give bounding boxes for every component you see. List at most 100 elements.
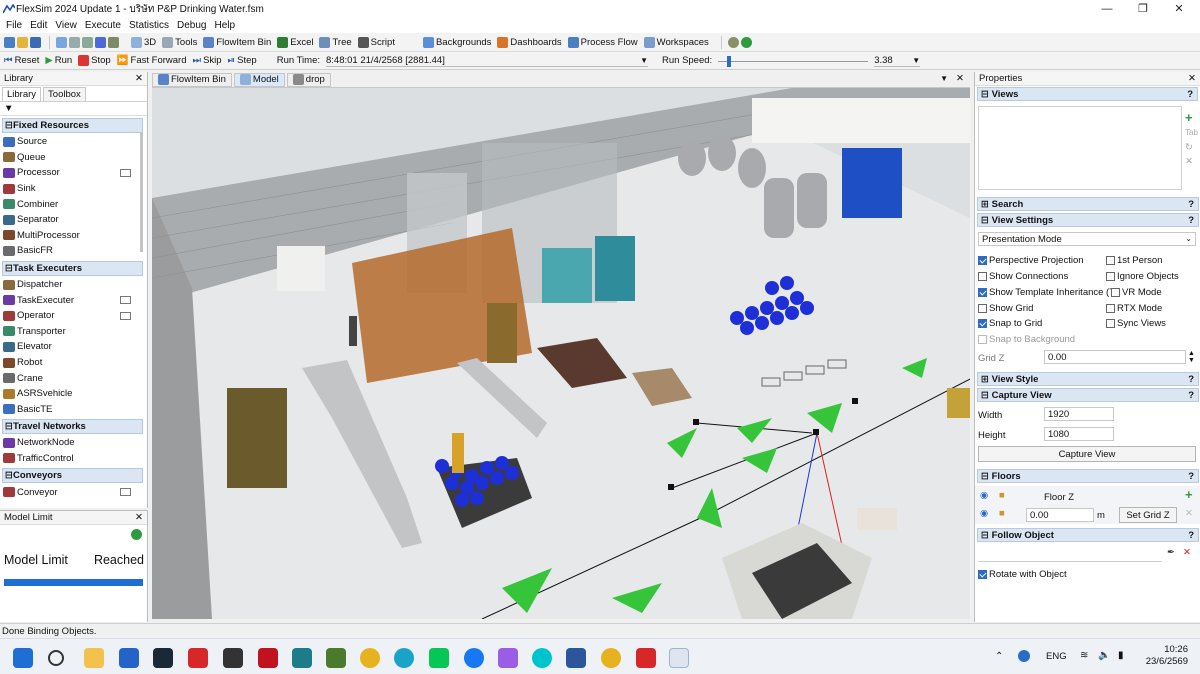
new-file-icon[interactable] — [4, 36, 15, 48]
battery-icon[interactable]: ▮ — [1118, 650, 1124, 661]
wifi-icon[interactable]: ≋ — [1080, 650, 1088, 661]
presentation-mode-select[interactable]: Presentation Mode ⌄ — [978, 232, 1196, 246]
run-speed-field[interactable]: 3.38 ▼ — [874, 55, 921, 67]
skip-button[interactable]: ⏭ Skip — [193, 55, 222, 66]
menu-statistics[interactable]: Statistics — [127, 20, 175, 31]
volume-icon[interactable]: 🔈 — [1098, 650, 1110, 661]
lock-icon[interactable]: ■ — [999, 508, 1005, 519]
checkbox-unchecked[interactable] — [978, 304, 987, 313]
word-icon[interactable] — [566, 648, 586, 668]
library-item[interactable]: ASRSvehicle — [0, 386, 147, 402]
checkbox-unchecked[interactable] — [978, 272, 987, 281]
menu-debug[interactable]: Debug — [175, 20, 212, 31]
section-floors[interactable]: ⊟ Floors? — [977, 469, 1199, 483]
menu-edit[interactable]: Edit — [28, 20, 53, 31]
lock-icon[interactable]: ■ — [999, 490, 1005, 501]
clear-icon[interactable]: ✕ — [1183, 547, 1191, 558]
section-capture-view[interactable]: ⊟ Capture View? — [977, 388, 1199, 402]
capture-view-button[interactable]: Capture View — [978, 446, 1196, 462]
select-mode-icon[interactable] — [56, 36, 67, 48]
checkbox-unchecked[interactable] — [1106, 256, 1115, 265]
library-item[interactable]: Sink — [0, 181, 147, 197]
copilot-icon[interactable] — [498, 648, 518, 668]
steam-icon[interactable] — [153, 648, 173, 668]
close-icon[interactable]: ✕ — [135, 512, 143, 523]
eye-icon[interactable]: ◉ — [980, 508, 988, 519]
library-item[interactable]: Dispatcher — [0, 277, 147, 293]
snap-background-checkbox[interactable]: Snap to Background — [978, 334, 1075, 345]
canva-icon[interactable] — [532, 648, 552, 668]
section-view-settings[interactable]: ⊟ View Settings? — [977, 213, 1199, 227]
section-search[interactable]: ⊞ Search? — [977, 197, 1199, 211]
tools-button[interactable]: Tools — [162, 36, 197, 48]
workspaces-button[interactable]: Workspaces — [643, 36, 709, 48]
help-icon[interactable]: ? — [1188, 199, 1194, 210]
grid-z-input[interactable]: 0.00 — [1044, 350, 1186, 364]
tray-app-icon[interactable] — [1018, 650, 1030, 662]
set-grid-z-button[interactable]: Set Grid Z — [1119, 507, 1177, 523]
help-icon[interactable] — [740, 36, 752, 48]
close-window-button[interactable]: ✕ — [1162, 0, 1196, 18]
step-button[interactable]: ⏯ Step — [228, 55, 257, 66]
help-icon[interactable] — [131, 529, 142, 540]
section-view-style[interactable]: ⊞ View Style? — [977, 372, 1199, 386]
tab-toolbox[interactable]: Toolbox — [43, 86, 86, 101]
run-time-field[interactable]: 8:48:01 21/4/2568 [2881.44] ▼ — [326, 55, 648, 67]
model-3d-view[interactable] — [152, 88, 970, 619]
facebook-icon[interactable] — [464, 648, 484, 668]
floor-z-input[interactable]: 0.00 — [1026, 508, 1094, 522]
help-icon[interactable]: ? — [1188, 471, 1194, 482]
maximize-button[interactable]: ❐ — [1126, 0, 1160, 18]
first-person-checkbox[interactable]: 1st Person — [1106, 255, 1162, 266]
chevron-down-icon[interactable]: ▼ — [940, 74, 948, 83]
library-item[interactable]: Conveyor — [0, 484, 147, 500]
spinner-icon[interactable]: ▲ ▼ — [1188, 350, 1195, 364]
reset-button[interactable]: ⏮ Reset — [4, 55, 39, 66]
script-button[interactable]: Script — [357, 36, 395, 48]
checkbox-unchecked[interactable] — [1106, 304, 1115, 313]
section-views[interactable]: ⊟ Views? — [977, 87, 1198, 101]
library-item[interactable]: Separator — [0, 212, 147, 228]
width-input[interactable]: 1920 — [1044, 407, 1114, 421]
remove-view-icon[interactable]: ✕ — [1185, 156, 1193, 167]
section-follow-object[interactable]: ⊟ Follow Object? — [977, 528, 1199, 542]
library-item[interactable]: NetworkNode — [0, 435, 147, 451]
show-connections-checkbox[interactable]: Show Connections — [978, 271, 1068, 282]
file-explorer-icon[interactable] — [84, 648, 104, 668]
run-speed-slider[interactable] — [718, 55, 869, 67]
chrome-profile-icon[interactable] — [601, 648, 621, 668]
checkbox-unchecked[interactable] — [1111, 288, 1120, 297]
start-menu-icon[interactable] — [13, 648, 33, 668]
library-group[interactable]: ⊟ Task Executers — [2, 260, 143, 276]
checkbox-unchecked[interactable] — [1106, 319, 1115, 328]
sync-views-checkbox[interactable]: Sync Views — [1106, 318, 1166, 329]
clock[interactable]: 10:26 23/6/2569 — [1140, 644, 1188, 668]
language-indicator[interactable]: ENG — [1046, 651, 1067, 662]
eye-icon[interactable]: ◉ — [980, 490, 988, 501]
rotate-object-checkbox[interactable]: Rotate with Object — [978, 569, 1067, 580]
color-picker-icon[interactable] — [95, 36, 106, 48]
tab-flowitem-bin[interactable]: FlowItem Bin — [152, 72, 232, 87]
tab-model[interactable]: Model — [233, 72, 285, 87]
perspective-checkbox[interactable]: Perspective Projection — [978, 255, 1084, 266]
library-filter[interactable]: ▼ — [0, 102, 147, 116]
help-icon[interactable]: ? — [1188, 374, 1194, 385]
run-button[interactable]: ▶ Run — [45, 55, 72, 66]
checkbox-checked[interactable] — [978, 256, 987, 265]
close-icon[interactable]: ✕ — [956, 73, 964, 84]
acrobat-icon[interactable] — [636, 648, 656, 668]
connect-mode-icon[interactable] — [69, 36, 80, 48]
snap-grid-checkbox[interactable]: Snap to Grid — [978, 318, 1042, 329]
checkbox-checked[interactable] — [978, 319, 987, 328]
close-icon[interactable]: ✕ — [135, 73, 143, 84]
eyedropper-icon[interactable]: ✒ — [1167, 547, 1175, 558]
help-icon[interactable]: ? — [1188, 390, 1194, 401]
views-list[interactable] — [978, 106, 1182, 190]
library-item[interactable]: Robot — [0, 355, 147, 371]
backgrounds-button[interactable]: Backgrounds — [422, 36, 491, 48]
remove-floor-icon[interactable]: ✕ — [1185, 508, 1193, 519]
follow-object-field[interactable] — [978, 548, 1162, 562]
minimize-button[interactable]: — — [1090, 0, 1124, 18]
flowitem-bin-button[interactable]: FlowItem Bin — [203, 36, 271, 48]
library-item[interactable]: TrafficControl — [0, 451, 147, 467]
